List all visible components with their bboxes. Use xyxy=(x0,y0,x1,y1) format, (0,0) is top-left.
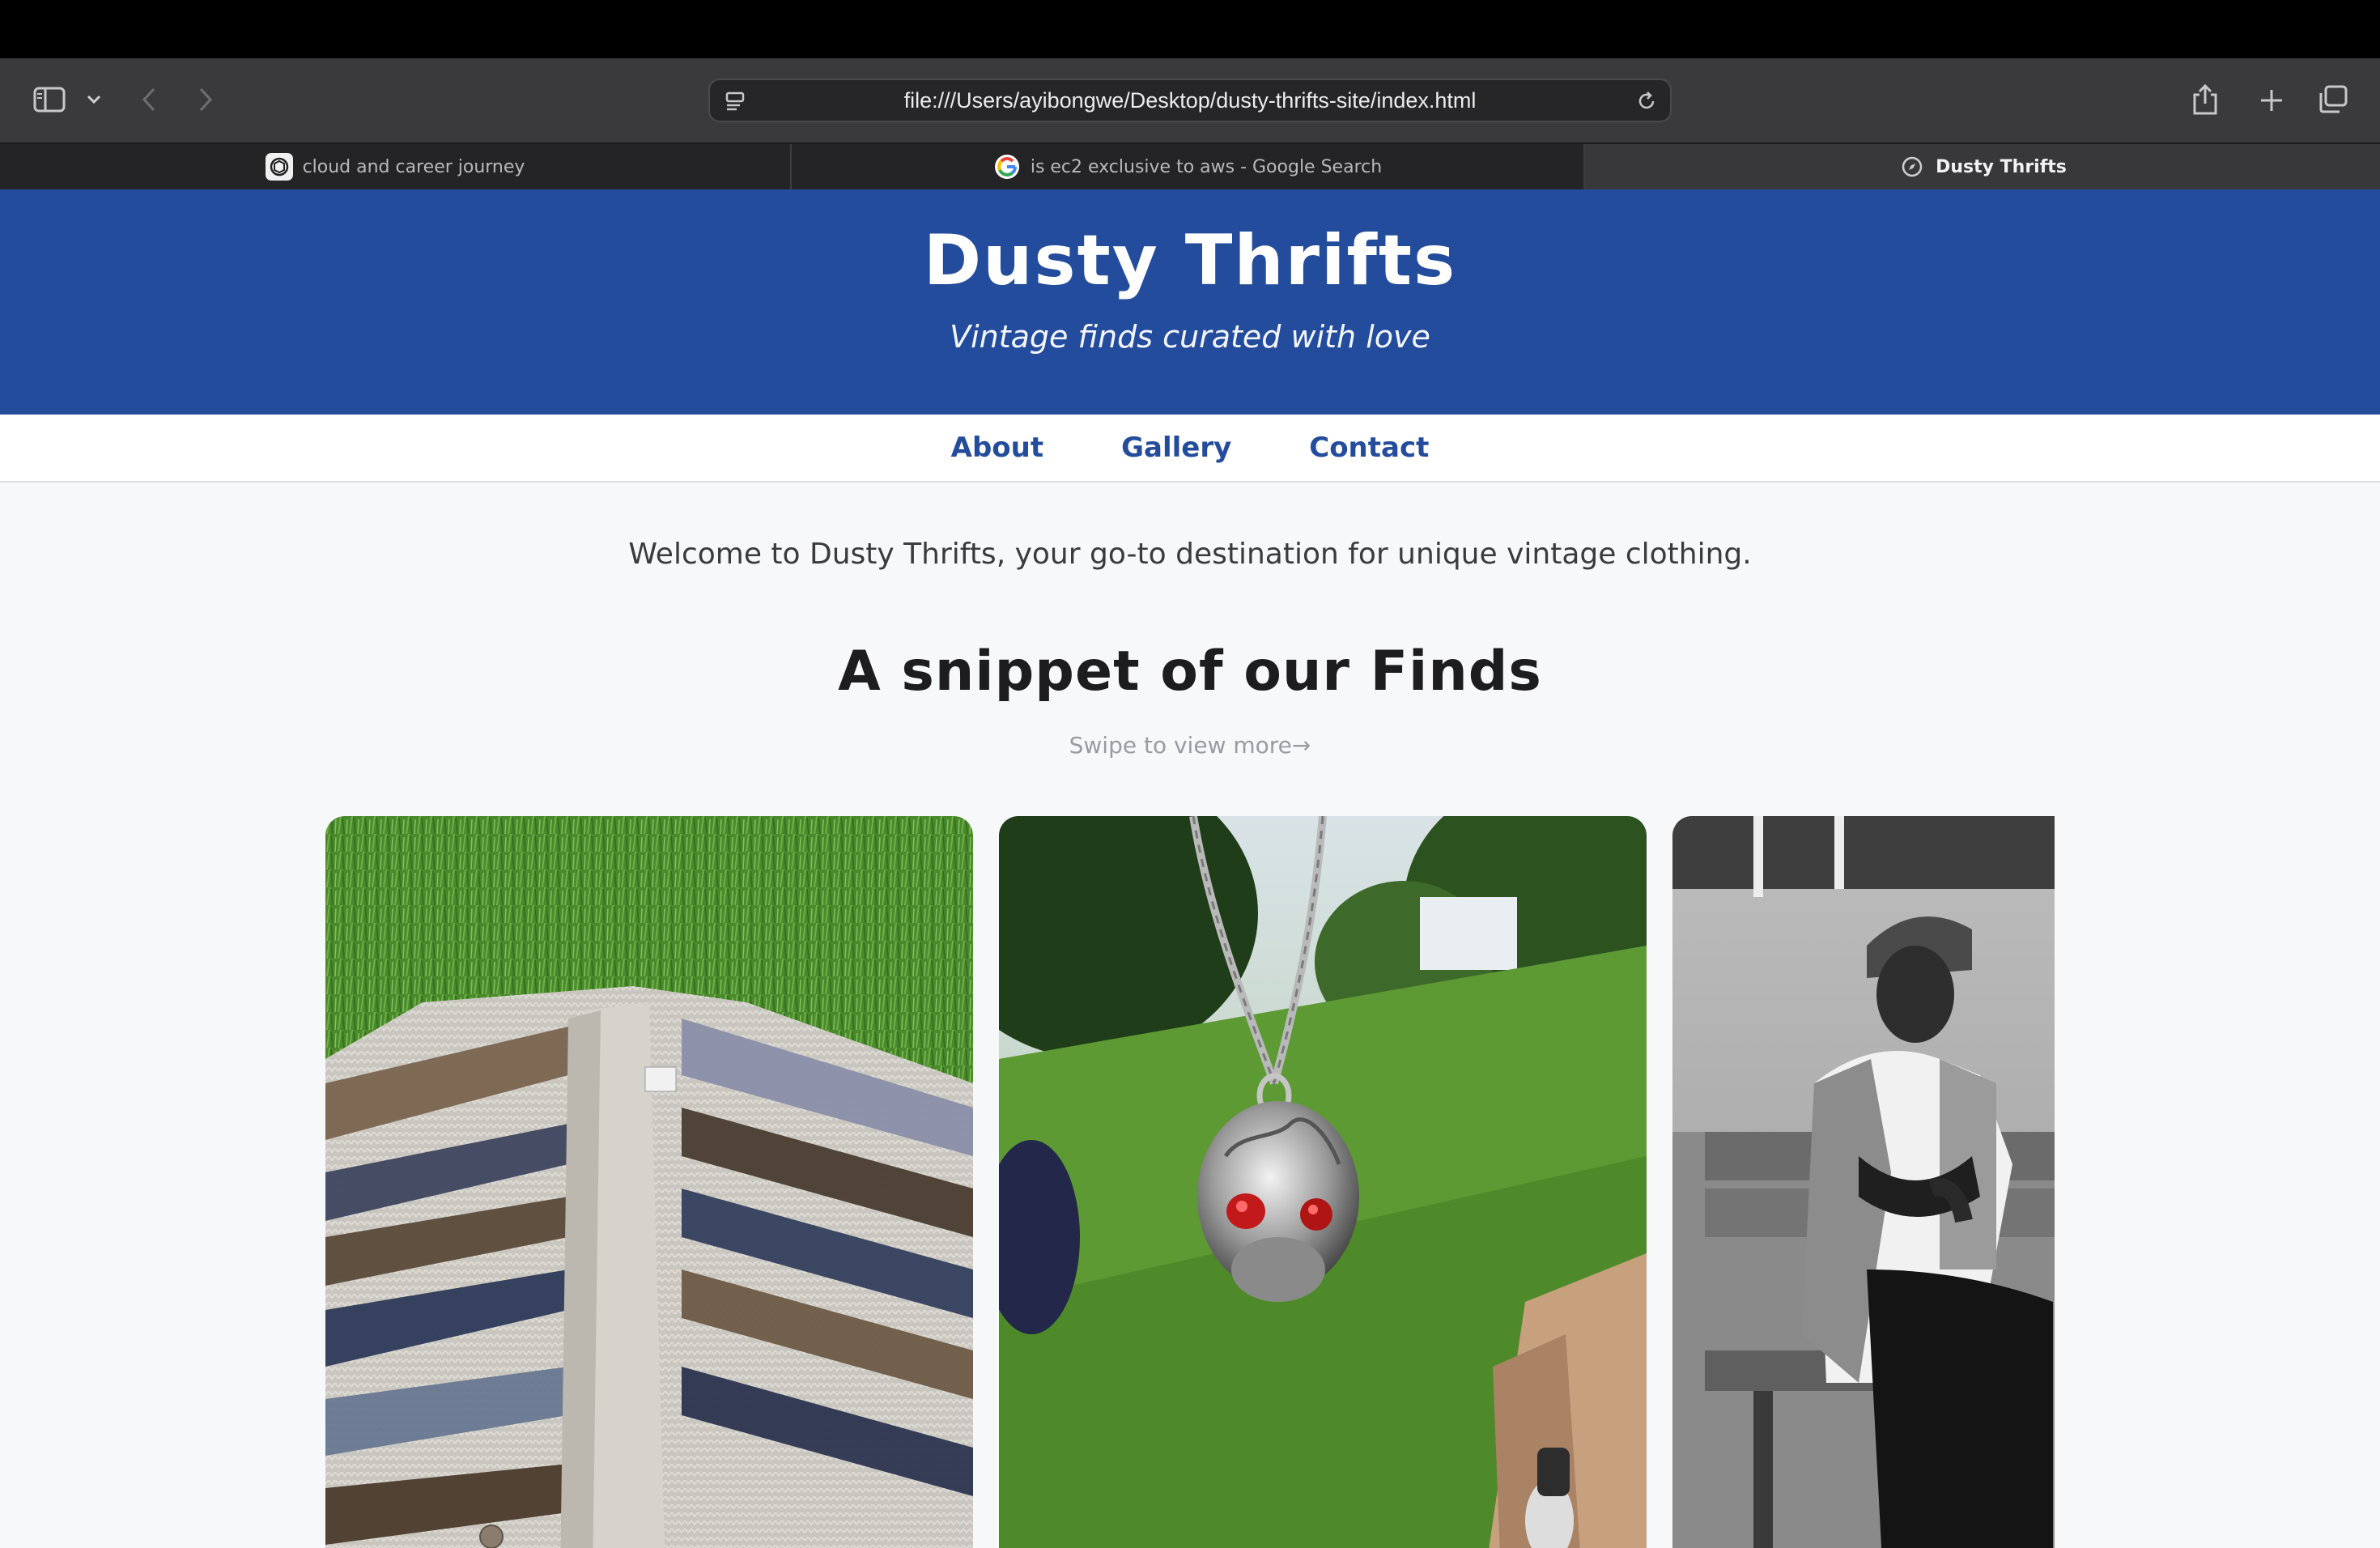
tab-google-search[interactable]: is ec2 exclusive to aws - Google Search xyxy=(792,144,1585,189)
site-title: Dusty Thrifts xyxy=(923,220,1457,301)
nav-gallery[interactable]: Gallery xyxy=(1121,432,1231,464)
site-nav: About Gallery Contact xyxy=(0,415,2380,483)
compass-icon xyxy=(1898,153,1926,181)
gallery-image-cardigan[interactable] xyxy=(325,816,973,1548)
tab-cloud-career[interactable]: cloud and career journey xyxy=(0,144,792,189)
nav-contact[interactable]: Contact xyxy=(1309,432,1429,464)
google-icon xyxy=(993,153,1021,181)
chevron-down-icon[interactable] xyxy=(81,87,107,112)
share-icon[interactable] xyxy=(2187,81,2223,118)
sidebar-toggle-icon[interactable] xyxy=(31,83,68,117)
reload-icon[interactable] xyxy=(1633,88,1660,114)
tab-overview-icon[interactable] xyxy=(2315,83,2351,117)
new-tab-icon[interactable] xyxy=(2255,84,2288,117)
tab-strip: cloud and career journey is ec2 exclusiv… xyxy=(0,142,2380,189)
swipe-hint: Swipe to view more→ xyxy=(1069,732,1311,759)
site-header: Dusty Thrifts Vintage finds curated with… xyxy=(0,189,2380,415)
url-text[interactable]: file:///Users/ayibongwe/Desktop/dusty-th… xyxy=(710,80,1670,121)
system-menu-bar xyxy=(0,0,2380,58)
section-title: A snippet of our Finds xyxy=(838,640,1542,704)
nav-about[interactable]: About xyxy=(951,432,1043,464)
tab-label: cloud and career journey xyxy=(302,156,525,177)
tab-label: Dusty Thrifts xyxy=(1936,156,2067,177)
address-bar[interactable]: file:///Users/ayibongwe/Desktop/dusty-th… xyxy=(708,79,1672,122)
back-icon[interactable] xyxy=(133,83,165,117)
gallery-carousel[interactable] xyxy=(325,816,2055,1548)
gallery-image-man-on-bench[interactable] xyxy=(1672,816,2055,1548)
site-tagline: Vintage finds curated with love xyxy=(950,319,1430,355)
chatgpt-icon xyxy=(265,153,293,181)
welcome-text: Welcome to Dusty Thrifts, your go-to des… xyxy=(628,538,1752,571)
tab-label: is ec2 exclusive to aws - Google Search xyxy=(1030,156,1383,177)
tab-dusty-thrifts[interactable]: Dusty Thrifts xyxy=(1585,144,2380,189)
gallery-image-skull-pendant[interactable] xyxy=(999,816,1647,1548)
forward-icon[interactable] xyxy=(189,83,222,117)
